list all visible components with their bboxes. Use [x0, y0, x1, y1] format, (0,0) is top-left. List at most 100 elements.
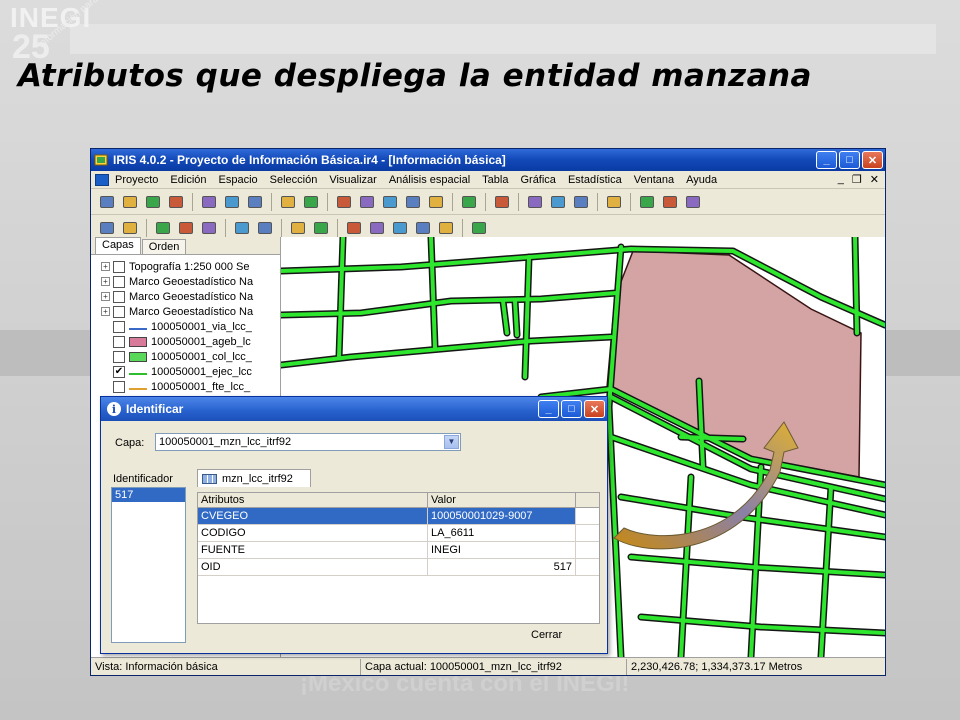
minimize-button[interactable]: _: [816, 151, 837, 169]
column-header-valor[interactable]: Valor: [428, 493, 576, 507]
zoom-in-icon[interactable]: [334, 192, 354, 212]
delete-vertex-icon[interactable]: [255, 218, 275, 238]
query-icon[interactable]: [571, 192, 591, 212]
expand-icon[interactable]: +: [101, 292, 110, 301]
save-icon[interactable]: [143, 192, 163, 212]
identifier-list[interactable]: 517: [111, 487, 186, 643]
table-row[interactable]: OID 517: [198, 559, 599, 576]
stats-icon[interactable]: [436, 218, 456, 238]
column-icon[interactable]: [492, 192, 512, 212]
layer-item[interactable]: 100050001_col_lcc_: [91, 349, 280, 364]
cut-icon[interactable]: [199, 192, 219, 212]
layer-checkbox[interactable]: [113, 305, 125, 318]
chart-icon[interactable]: [390, 218, 410, 238]
pencil-icon[interactable]: [459, 192, 479, 212]
toolbar-glyph: [528, 195, 542, 208]
menu-espacio[interactable]: Espacio: [219, 174, 258, 186]
menu-ayuda[interactable]: Ayuda: [686, 174, 717, 186]
layer-item[interactable]: 100050001_via_lcc_: [91, 319, 280, 334]
theme-icon[interactable]: [683, 192, 703, 212]
layer-checkbox[interactable]: [113, 275, 125, 288]
tab-mzn-lcc-itrf92[interactable]: mzn_lcc_itrf92: [197, 469, 311, 487]
layer-checkbox[interactable]: [113, 260, 125, 273]
print-preview-icon[interactable]: [166, 192, 186, 212]
table-icon[interactable]: [344, 218, 364, 238]
layer-checkbox[interactable]: [113, 350, 125, 363]
undo-icon[interactable]: [288, 218, 308, 238]
zoom-window-icon[interactable]: [380, 192, 400, 212]
close-button[interactable]: ✕: [862, 151, 883, 169]
dialog-minimize-button[interactable]: _: [538, 400, 559, 418]
mdi-minimize-button[interactable]: _: [838, 173, 844, 186]
layer-item[interactable]: + Topografía 1:250 000 Se: [91, 259, 280, 274]
paste-icon[interactable]: [245, 192, 265, 212]
layer-checkbox[interactable]: [113, 380, 125, 393]
cerrar-button[interactable]: Cerrar: [531, 629, 562, 641]
identify-icon[interactable]: [525, 192, 545, 212]
menu-proyecto[interactable]: Proyecto: [115, 174, 158, 186]
layer-checkbox[interactable]: [113, 290, 125, 303]
edit-icon[interactable]: [97, 218, 117, 238]
layer-item[interactable]: 100050001_fte_lcc_: [91, 379, 280, 394]
grid-icon[interactable]: [367, 218, 387, 238]
maximize-button[interactable]: □: [839, 151, 860, 169]
node-icon[interactable]: [176, 218, 196, 238]
find-icon[interactable]: [548, 192, 568, 212]
layer-item[interactable]: + Marco Geoestadístico Na: [91, 274, 280, 289]
toolbar-glyph: [100, 195, 114, 208]
select-feature-icon[interactable]: [153, 218, 173, 238]
layer-item[interactable]: 100050001_ageb_lc: [91, 334, 280, 349]
polygon-icon[interactable]: [199, 218, 219, 238]
layer-checkbox[interactable]: [113, 320, 125, 333]
menu-analisis-espacial[interactable]: Análisis espacial: [389, 174, 470, 186]
menu-visualizar[interactable]: Visualizar: [329, 174, 377, 186]
zoom-full-icon[interactable]: [403, 192, 423, 212]
layer-item[interactable]: + Marco Geoestadístico Na: [91, 289, 280, 304]
zoom-out-icon[interactable]: [357, 192, 377, 212]
expand-icon[interactable]: +: [101, 262, 110, 271]
copy-icon[interactable]: [222, 192, 242, 212]
vertex-icon[interactable]: [232, 218, 252, 238]
zoom-previous-icon[interactable]: [426, 192, 446, 212]
layer-props-icon[interactable]: [120, 218, 140, 238]
document-icon[interactable]: [95, 173, 109, 186]
remove-layer-icon[interactable]: [301, 192, 321, 212]
dialog-close-button[interactable]: ✕: [584, 400, 605, 418]
redo-icon[interactable]: [311, 218, 331, 238]
expand-icon[interactable]: +: [101, 307, 110, 316]
menu-seleccion[interactable]: Selección: [270, 174, 318, 186]
column-header-atributos[interactable]: Atributos: [198, 493, 428, 507]
mdi-close-button[interactable]: ✕: [870, 173, 879, 186]
open-icon[interactable]: [120, 192, 140, 212]
tab-orden[interactable]: Orden: [141, 239, 187, 254]
layer-item[interactable]: ✔ 100050001_ejec_lcc: [91, 364, 280, 379]
select-icon[interactable]: [604, 192, 624, 212]
layer-checkbox[interactable]: ✔: [113, 365, 125, 378]
menu-grafica[interactable]: Gráfica: [520, 174, 555, 186]
table-row[interactable]: CVEGEO 100050001029-9007: [198, 508, 599, 525]
label-icon[interactable]: [660, 192, 680, 212]
toolbar-separator: [452, 192, 453, 211]
menu-tabla[interactable]: Tabla: [482, 174, 508, 186]
layer-select[interactable]: 100050001_mzn_lcc_itrf92 ▼: [155, 433, 461, 451]
report-icon[interactable]: [413, 218, 433, 238]
dialog-maximize-button[interactable]: □: [561, 400, 582, 418]
layout-icon[interactable]: [469, 218, 489, 238]
layer-item[interactable]: + Marco Geoestadístico Na: [91, 304, 280, 319]
table-row[interactable]: FUENTE INEGI: [198, 542, 599, 559]
paint-icon[interactable]: [637, 192, 657, 212]
identifier-item[interactable]: 517: [112, 488, 185, 502]
table-row[interactable]: CODIGO LA_6611: [198, 525, 599, 542]
menu-ventana[interactable]: Ventana: [634, 174, 674, 186]
chevron-down-icon[interactable]: ▼: [444, 435, 459, 449]
layer-checkbox[interactable]: [113, 335, 125, 348]
add-layer-icon[interactable]: [278, 192, 298, 212]
tab-capas[interactable]: Capas: [95, 237, 141, 254]
mdi-restore-button[interactable]: ❐: [852, 173, 862, 186]
table-header: Atributos Valor: [198, 493, 599, 508]
expand-icon[interactable]: +: [101, 277, 110, 286]
toolbar-glyph: [383, 195, 397, 208]
menu-edicion[interactable]: Edición: [170, 174, 206, 186]
new-icon[interactable]: [97, 192, 117, 212]
menu-estadistica[interactable]: Estadística: [568, 174, 622, 186]
